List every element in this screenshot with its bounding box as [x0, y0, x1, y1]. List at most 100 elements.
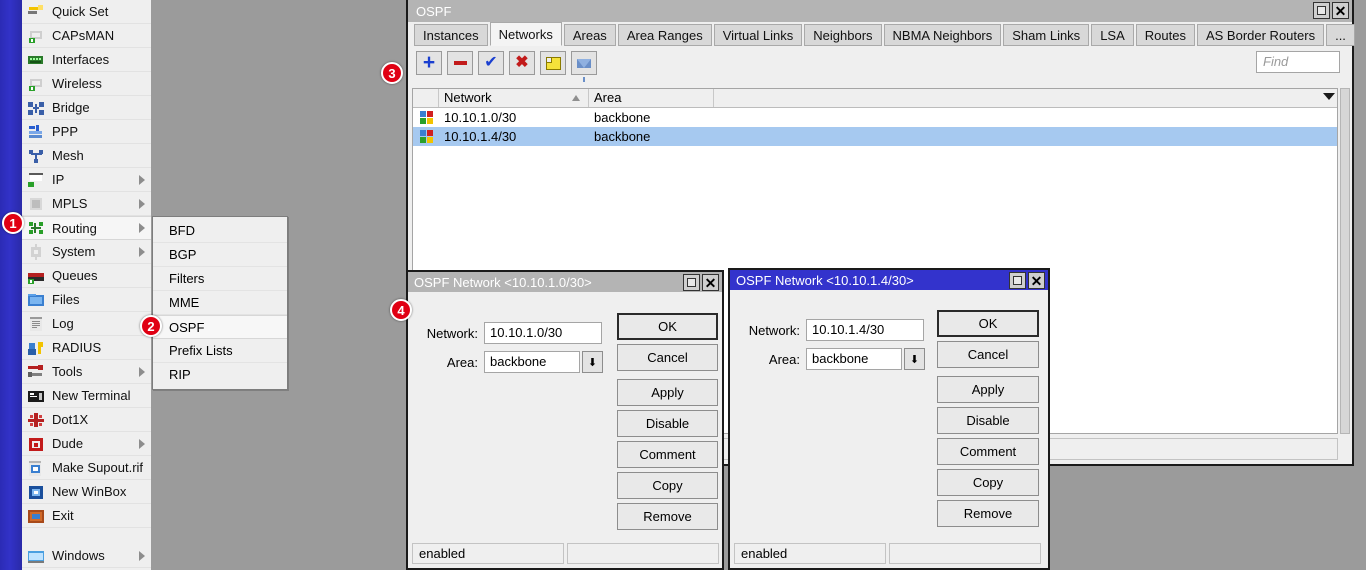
submenu-item-bfd[interactable]: BFD — [153, 219, 287, 243]
submenu-item-mme[interactable]: MME — [153, 291, 287, 315]
sidebar-item-new-terminal[interactable]: New Terminal — [22, 384, 151, 408]
sidebar-item-interfaces[interactable]: Interfaces — [22, 48, 151, 72]
ospf-network-dialog-2[interactable]: OSPF Network <10.10.1.4/30> ✕ Network: 1… — [728, 268, 1050, 570]
tab-sham-links[interactable]: Sham Links — [1003, 24, 1089, 46]
sidebar-item-log[interactable]: Log — [22, 312, 151, 336]
tab-neighbors[interactable]: Neighbors — [804, 24, 881, 46]
main-menu-sidebar[interactable]: Quick SetCAPsMANInterfacesWirelessBridge… — [22, 0, 152, 570]
sidebar-item-mpls[interactable]: MPLS — [22, 192, 151, 216]
dialog-2-window-buttons[interactable]: ✕ — [1009, 272, 1045, 289]
tab-more[interactable]: ... — [1326, 24, 1355, 46]
remove-button[interactable]: Remove — [937, 500, 1039, 527]
sidebar-item-dude[interactable]: Dude — [22, 432, 151, 456]
cancel-button[interactable]: Cancel — [617, 344, 718, 371]
submenu-item-bgp[interactable]: BGP — [153, 243, 287, 267]
dialog-2-titlebar[interactable]: OSPF Network <10.10.1.4/30> ✕ — [730, 270, 1048, 290]
area-dropdown-icon[interactable]: ⬇ — [582, 351, 603, 373]
comment-button[interactable]: Comment — [617, 441, 718, 468]
tab-routes[interactable]: Routes — [1136, 24, 1195, 46]
ospf-window-buttons[interactable]: ✕ — [1313, 2, 1349, 19]
chevron-right-icon — [139, 247, 145, 257]
table-row[interactable]: 10.10.1.0/30backbone — [413, 108, 1337, 127]
sidebar-item-label: RADIUS — [52, 340, 101, 355]
sidebar-item-exit[interactable]: Exit — [22, 504, 151, 528]
table-header-area[interactable]: Area — [589, 89, 714, 107]
apply-button[interactable]: Apply — [937, 376, 1039, 403]
sidebar-item-tools[interactable]: Tools — [22, 360, 151, 384]
area-dropdown-icon[interactable]: ⬇ — [904, 348, 925, 370]
networks-table-scrollbar[interactable] — [1340, 88, 1350, 434]
chevron-down-icon[interactable] — [1323, 93, 1335, 100]
sidebar-item-radius[interactable]: RADIUS — [22, 336, 151, 360]
ospf-network-dialog-1[interactable]: OSPF Network <10.10.1.0/30> ✕ Network: 1… — [406, 270, 724, 570]
networks-table-header[interactable]: Network Area — [413, 89, 1337, 108]
submenu-item-ospf[interactable]: OSPF — [153, 315, 287, 339]
dialog-1-window-buttons[interactable]: ✕ — [683, 274, 719, 291]
ok-button-label: OK — [658, 319, 677, 334]
enable-button[interactable]: ✔ — [478, 51, 504, 75]
sidebar-item-dot1x[interactable]: Dot1X — [22, 408, 151, 432]
comment-button[interactable]: Comment — [937, 438, 1039, 465]
network-input[interactable]: 10.10.1.0/30 — [484, 322, 602, 344]
remove-button[interactable]: Remove — [617, 503, 718, 530]
sidebar-item-make-supout-rif[interactable]: Make Supout.rif — [22, 456, 151, 480]
ok-button[interactable]: OK — [617, 313, 718, 340]
area-input[interactable]: backbone — [484, 351, 580, 373]
tab-instances[interactable]: Instances — [414, 24, 488, 46]
sidebar-item-quick-set[interactable]: Quick Set — [22, 0, 151, 24]
dialog-1-titlebar[interactable]: OSPF Network <10.10.1.0/30> ✕ — [408, 272, 722, 292]
submenu-item-rip[interactable]: RIP — [153, 363, 287, 387]
ospf-titlebar[interactable]: OSPF ✕ — [408, 0, 1352, 22]
sidebar-item-bridge[interactable]: Bridge — [22, 96, 151, 120]
ospf-toolbar[interactable]: + ✔✖ Find — [408, 46, 1352, 80]
sidebar-separator — [22, 528, 151, 544]
maximize-icon[interactable] — [683, 274, 700, 291]
add-button[interactable]: + — [416, 51, 442, 75]
sidebar-item-ppp[interactable]: PPP — [22, 120, 151, 144]
network-input[interactable]: 10.10.1.4/30 — [806, 319, 924, 341]
tab-lsa[interactable]: LSA — [1091, 24, 1134, 46]
sidebar-item-files[interactable]: Files — [22, 288, 151, 312]
routing-submenu[interactable]: BFDBGPFiltersMMEOSPFPrefix ListsRIP — [152, 216, 288, 390]
cancel-button[interactable]: Cancel — [937, 341, 1039, 368]
sidebar-item-mesh[interactable]: Mesh — [22, 144, 151, 168]
area-input[interactable]: backbone — [806, 348, 902, 370]
find-input[interactable]: Find — [1256, 51, 1340, 73]
dot1x-icon — [26, 411, 46, 429]
sidebar-item-queues[interactable]: Queues — [22, 264, 151, 288]
sidebar-item-routing[interactable]: Routing — [22, 216, 151, 240]
table-row[interactable]: 10.10.1.4/30backbone — [413, 127, 1337, 146]
maximize-icon[interactable] — [1009, 272, 1026, 289]
remove-button[interactable] — [447, 51, 473, 75]
ospf-tabbar[interactable]: InstancesNetworksAreasArea RangesVirtual… — [408, 22, 1352, 46]
tab-nbma-neighbors[interactable]: NBMA Neighbors — [884, 24, 1002, 46]
apply-button[interactable]: Apply — [617, 379, 718, 406]
sidebar-item-ip[interactable]: IP — [22, 168, 151, 192]
copy-button[interactable]: Copy — [937, 469, 1039, 496]
maximize-icon[interactable] — [1313, 2, 1330, 19]
sidebar-item-windows[interactable]: Windows — [22, 544, 151, 568]
sidebar-item-system[interactable]: System — [22, 240, 151, 264]
tab-area-ranges[interactable]: Area Ranges — [618, 24, 712, 46]
submenu-item-filters[interactable]: Filters — [153, 267, 287, 291]
filter-button[interactable] — [571, 51, 597, 75]
disable-button[interactable]: Disable — [617, 410, 718, 437]
tab-as-border-routers[interactable]: AS Border Routers — [1197, 24, 1324, 46]
ok-button[interactable]: OK — [937, 310, 1039, 337]
disable-button[interactable]: Disable — [937, 407, 1039, 434]
sidebar-item-capsman[interactable]: CAPsMAN — [22, 24, 151, 48]
tab-networks[interactable]: Networks — [490, 22, 562, 46]
copy-button[interactable]: Copy — [617, 472, 718, 499]
disable-button[interactable]: ✖ — [509, 51, 535, 75]
tab-areas[interactable]: Areas — [564, 24, 616, 46]
comment-button[interactable] — [540, 51, 566, 75]
table-header-network[interactable]: Network — [439, 89, 589, 107]
sidebar-item-new-winbox[interactable]: New WinBox — [22, 480, 151, 504]
dialog-1-body: Network: 10.10.1.0/30 Area: backbone ⬇ O… — [408, 292, 722, 568]
submenu-item-prefix-lists[interactable]: Prefix Lists — [153, 339, 287, 363]
close-icon[interactable]: ✕ — [1028, 272, 1045, 289]
close-icon[interactable]: ✕ — [1332, 2, 1349, 19]
sidebar-item-wireless[interactable]: Wireless — [22, 72, 151, 96]
close-icon[interactable]: ✕ — [702, 274, 719, 291]
tab-virtual-links[interactable]: Virtual Links — [714, 24, 803, 46]
